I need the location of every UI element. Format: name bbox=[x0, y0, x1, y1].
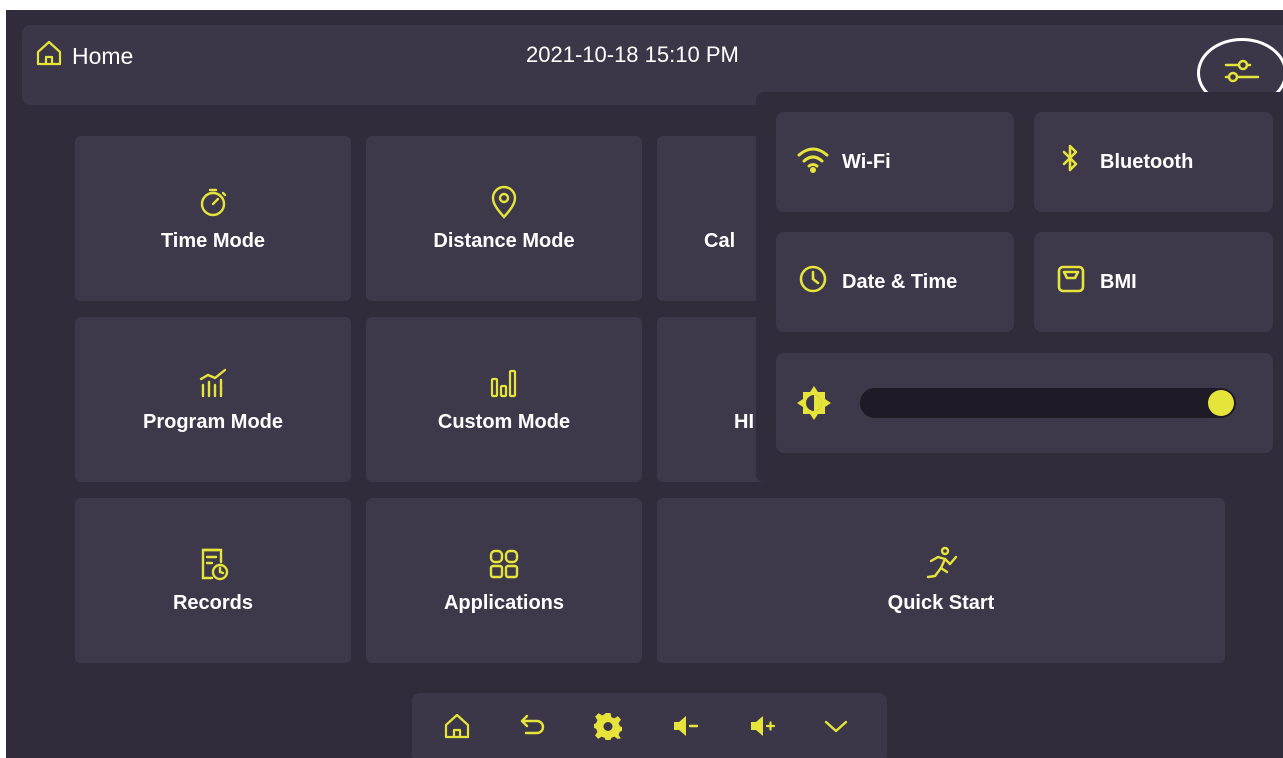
home-icon bbox=[34, 38, 64, 74]
tile-label: Program Mode bbox=[142, 411, 284, 433]
tile-program-mode[interactable]: Program Mode bbox=[75, 317, 351, 482]
tile-quick-start[interactable]: Quick Start bbox=[657, 498, 1225, 663]
tile-custom-mode[interactable]: Custom Mode bbox=[366, 317, 642, 482]
bluetooth-button[interactable]: Bluetooth bbox=[1034, 112, 1273, 212]
datetime-display: 2021-10-18 15:10 PM bbox=[526, 42, 739, 67]
collapse-chevron-icon bbox=[821, 711, 851, 746]
bottom-navbar bbox=[412, 693, 887, 758]
records-icon bbox=[195, 546, 231, 582]
volume-down-icon bbox=[670, 711, 700, 746]
clock-icon bbox=[796, 264, 830, 300]
quick-settings-panel: Wi-Fi Bluetooth Date & Time BMI bbox=[756, 92, 1283, 482]
tile-label: Time Mode bbox=[160, 230, 266, 252]
tile-time-mode[interactable]: Time Mode bbox=[75, 136, 351, 301]
nav-back-button[interactable] bbox=[513, 708, 553, 748]
bluetooth-label: Bluetooth bbox=[1100, 150, 1194, 173]
tile-label: Cal bbox=[704, 230, 736, 252]
brightness-icon bbox=[796, 385, 832, 421]
sliders-icon bbox=[1224, 56, 1260, 91]
nav-collapse-button[interactable] bbox=[816, 708, 856, 748]
brightness-control bbox=[776, 353, 1273, 453]
chart-trend-icon bbox=[195, 365, 231, 401]
home-breadcrumb[interactable]: Home bbox=[34, 38, 134, 74]
tile-distance-mode[interactable]: Distance Mode bbox=[366, 136, 642, 301]
tile-label: Applications bbox=[443, 592, 564, 614]
nav-settings-button[interactable] bbox=[588, 708, 628, 748]
tile-label: Distance Mode bbox=[433, 230, 575, 252]
tile-label: Custom Mode bbox=[437, 411, 571, 433]
bluetooth-icon bbox=[1054, 144, 1088, 180]
apps-grid-icon bbox=[486, 546, 522, 582]
stopwatch-icon bbox=[195, 184, 231, 220]
location-pin-icon bbox=[486, 184, 522, 220]
nav-volume-down-button[interactable] bbox=[665, 708, 705, 748]
tile-applications[interactable]: Applications bbox=[366, 498, 642, 663]
tile-label: HI bbox=[734, 411, 754, 433]
home-label: Home bbox=[72, 42, 134, 69]
date-time-label: Date & Time bbox=[842, 270, 958, 293]
bars-icon bbox=[486, 365, 522, 401]
brightness-knob[interactable] bbox=[1208, 390, 1234, 416]
back-icon bbox=[518, 711, 548, 746]
tile-label: Records bbox=[172, 592, 254, 614]
settings-gear-icon bbox=[593, 711, 623, 746]
volume-up-icon bbox=[747, 711, 777, 746]
home-icon bbox=[442, 711, 472, 746]
brightness-fill bbox=[860, 388, 1221, 418]
app-screen: Home 2021-10-18 15:10 PM Time Mode Dista… bbox=[6, 10, 1283, 758]
wifi-icon bbox=[796, 144, 830, 180]
tile-records[interactable]: Records bbox=[75, 498, 351, 663]
scale-icon bbox=[1054, 264, 1088, 300]
wifi-label: Wi-Fi bbox=[842, 150, 891, 173]
nav-volume-up-button[interactable] bbox=[742, 708, 782, 748]
date-time-button[interactable]: Date & Time bbox=[776, 232, 1014, 332]
brightness-slider[interactable] bbox=[860, 388, 1236, 418]
bmi-button[interactable]: BMI bbox=[1034, 232, 1273, 332]
nav-home-button[interactable] bbox=[437, 708, 477, 748]
wifi-button[interactable]: Wi-Fi bbox=[776, 112, 1014, 212]
tile-label: Quick Start bbox=[887, 592, 995, 614]
bmi-label: BMI bbox=[1100, 270, 1137, 293]
runner-icon bbox=[923, 546, 959, 582]
